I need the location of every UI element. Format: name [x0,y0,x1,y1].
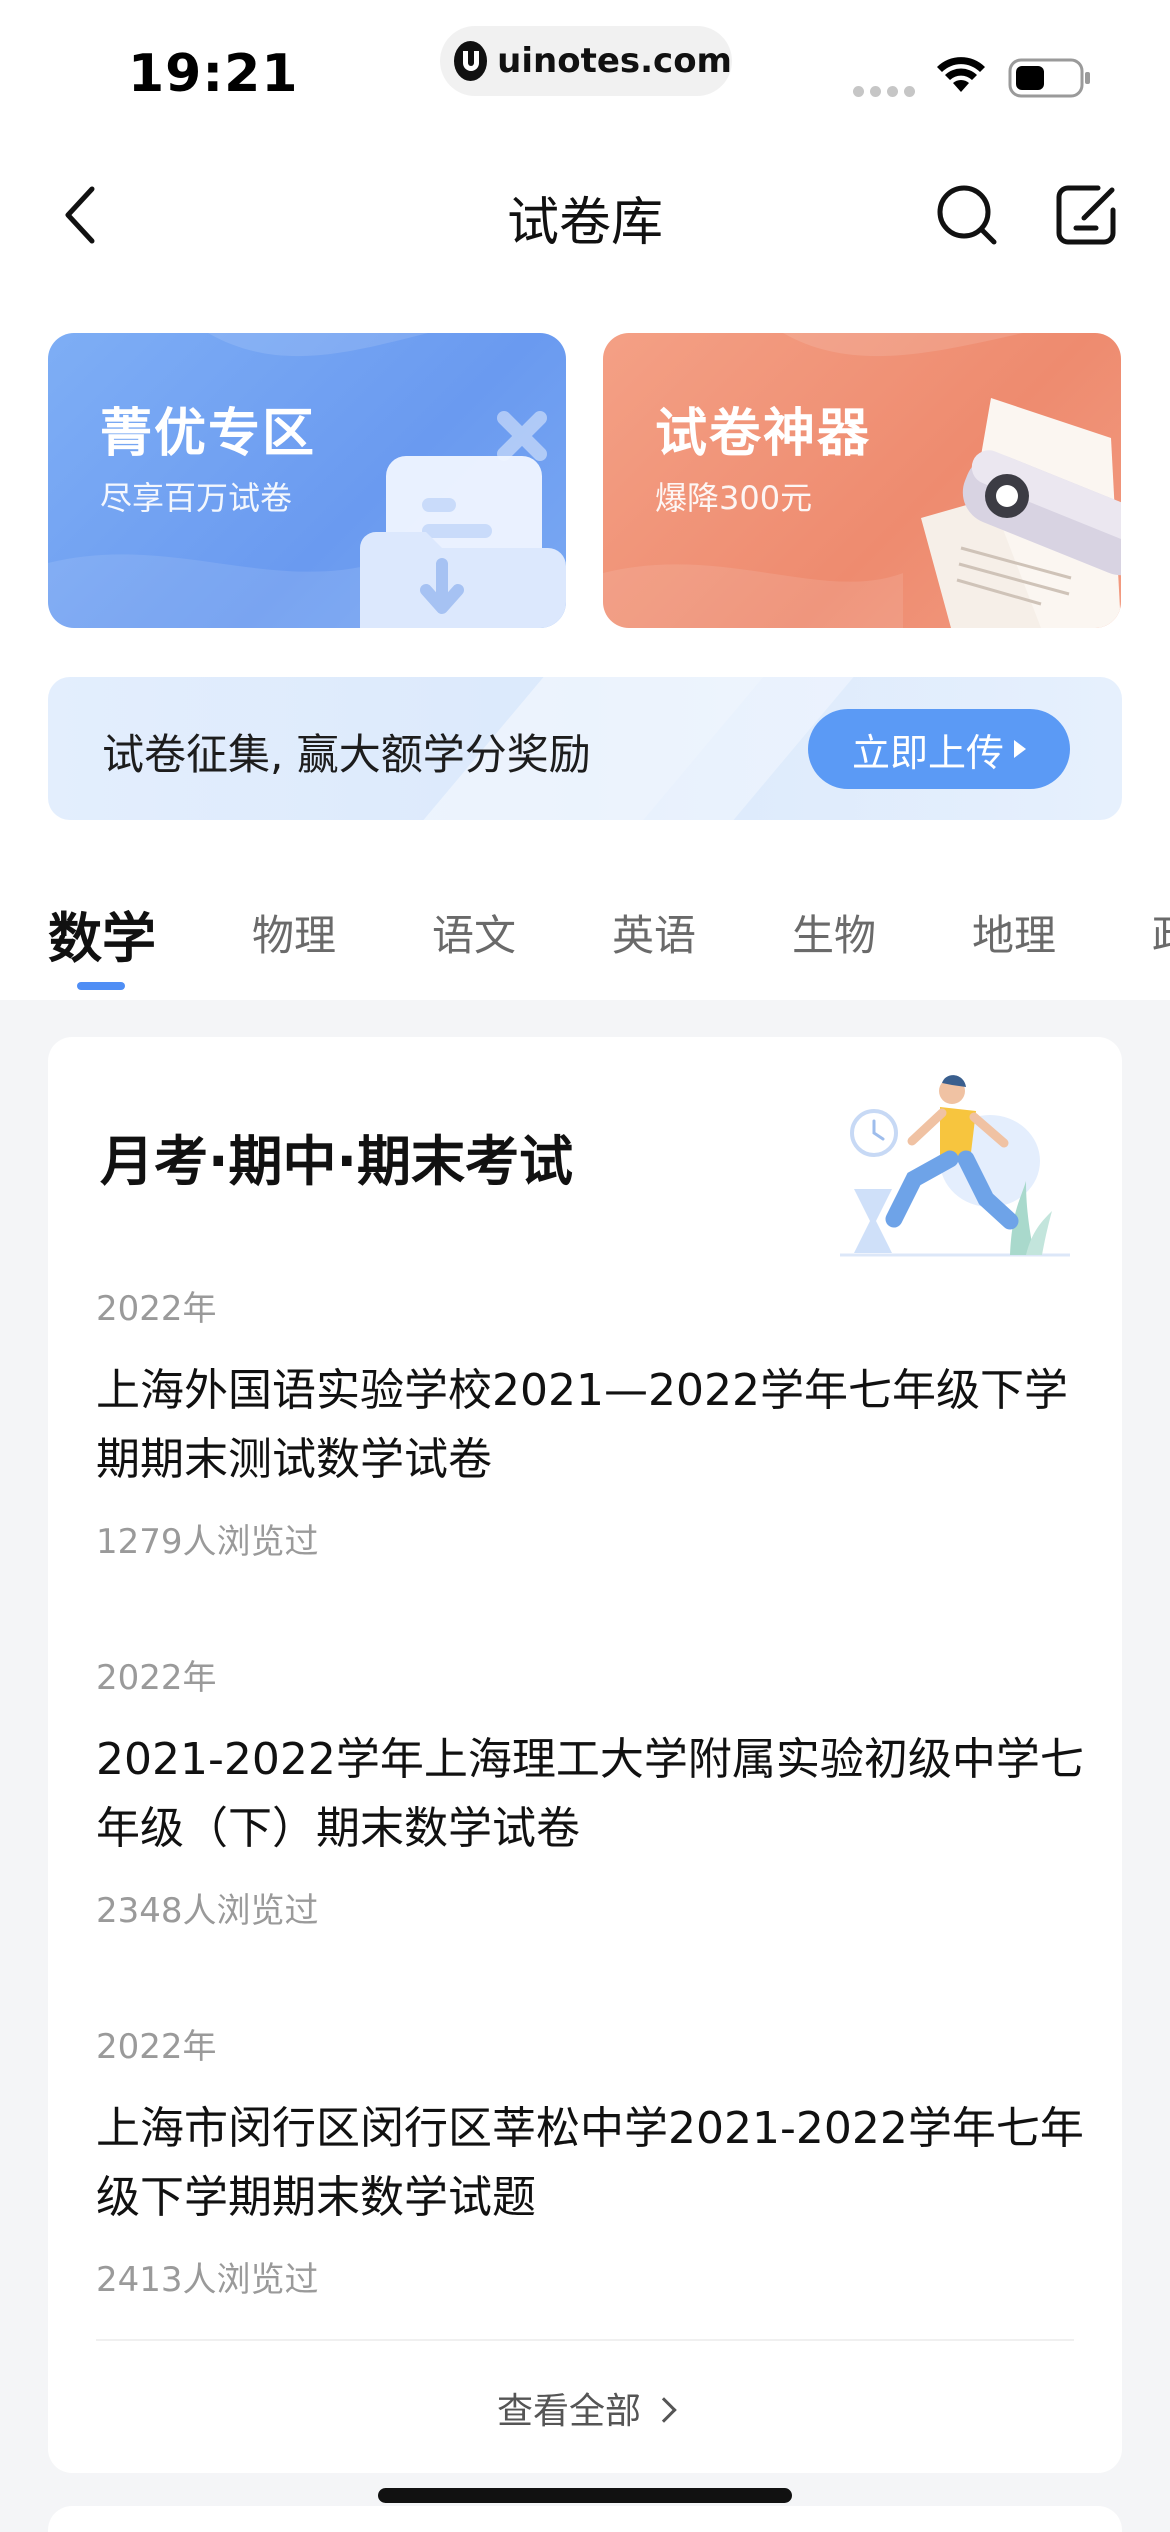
folder-download-icon [360,411,566,628]
exam-list-item[interactable]: 2022年 上海市闵行区闵行区莘松中学2021-2022学年七年级下学期期末数学… [96,2019,1086,2301]
exam-view-count: 1279人浏览过 [96,1522,319,1562]
section-title: 月考·期中·期末考试 [100,1130,574,1193]
tab-physics[interactable]: 物理 [252,902,336,963]
status-time: 19:21 [128,44,299,104]
home-indicator[interactable] [378,2488,792,2503]
banner-subtitle: 爆降300元 [655,479,813,517]
exam-title[interactable]: 上海市闵行区闵行区莘松中学2021-2022学年七年级下学期期末数学试题 [96,2094,1086,2232]
upload-promo-banner[interactable]: 试卷征集, 赢大额学分奖励 立即上传 [48,677,1122,820]
tab-politics[interactable]: 政 [1152,902,1170,963]
wifi-icon [937,57,985,92]
screen: 19:21 uinotes.com 试卷库 菁优专区 尽享百万试卷 试卷神器 爆… [0,0,1170,2532]
edit-icon[interactable] [1054,182,1120,248]
banner-premium-zone[interactable]: 菁优专区 尽享百万试卷 [48,333,566,628]
upload-now-button[interactable]: 立即上传 [808,709,1070,789]
status-bar: 19:21 uinotes.com [0,0,1170,140]
tab-geography[interactable]: 地理 [972,902,1056,963]
upload-now-label: 立即上传 [851,730,1004,775]
play-triangle-icon [1014,740,1026,758]
exam-title[interactable]: 2021-2022学年上海理工大学附属实验初级中学七年级（下）期末数学试卷 [96,1725,1086,1863]
printer-icon [921,398,1121,628]
upload-promo-text: 试卷征集, 赢大额学分奖励 [102,730,591,779]
exam-year: 2022年 [96,2027,217,2067]
next-section-card [48,2506,1122,2532]
view-all-button[interactable]: 查看全部 [48,2382,1122,2434]
subject-tabs: 数学 物理 语文 英语 生物 地理 政 [0,880,1170,1000]
tab-english[interactable]: 英语 [612,902,696,963]
exam-view-count: 2413人浏览过 [96,2260,319,2300]
exam-section-card: 月考·期中·期末考试 2022年 上海外国语实验学校2021—2022学年七年级… [48,1037,1122,2473]
banner-exam-printer[interactable]: 试卷神器 爆降300元 [603,333,1121,628]
exam-year: 2022年 [96,1289,217,1329]
exam-title[interactable]: 上海外国语实验学校2021—2022学年七年级下学期期末测试数学试卷 [96,1356,1086,1494]
exam-year: 2022年 [96,1658,217,1698]
banner-title: 试卷神器 [655,404,872,464]
divider [96,2339,1074,2341]
battery-icon [1008,58,1090,98]
tab-biology[interactable]: 生物 [792,902,876,963]
active-tab-indicator [77,982,125,990]
banner-title: 菁优专区 [100,404,317,464]
nav-bar: 试卷库 [0,160,1170,270]
chevron-right-icon [651,2397,677,2423]
cellular-signal-icon [853,86,915,97]
tab-math[interactable]: 数学 [48,894,156,973]
view-all-label: 查看全部 [496,2391,641,2432]
exam-list-item[interactable]: 2022年 上海外国语实验学校2021—2022学年七年级下学期期末测试数学试卷… [96,1281,1086,1563]
url-pill[interactable]: uinotes.com [440,26,732,96]
search-icon[interactable] [934,182,1000,248]
tab-chinese[interactable]: 语文 [432,902,516,963]
banner-subtitle: 尽享百万试卷 [100,479,293,517]
exam-view-count: 2348人浏览过 [96,1891,319,1931]
url-text: uinotes.com [497,41,732,81]
exam-list-item[interactable]: 2022年 2021-2022学年上海理工大学附属实验初级中学七年级（下）期末数… [96,1650,1086,1932]
runner-clock-illustration [840,1075,1070,1257]
site-logo-icon [454,41,488,81]
